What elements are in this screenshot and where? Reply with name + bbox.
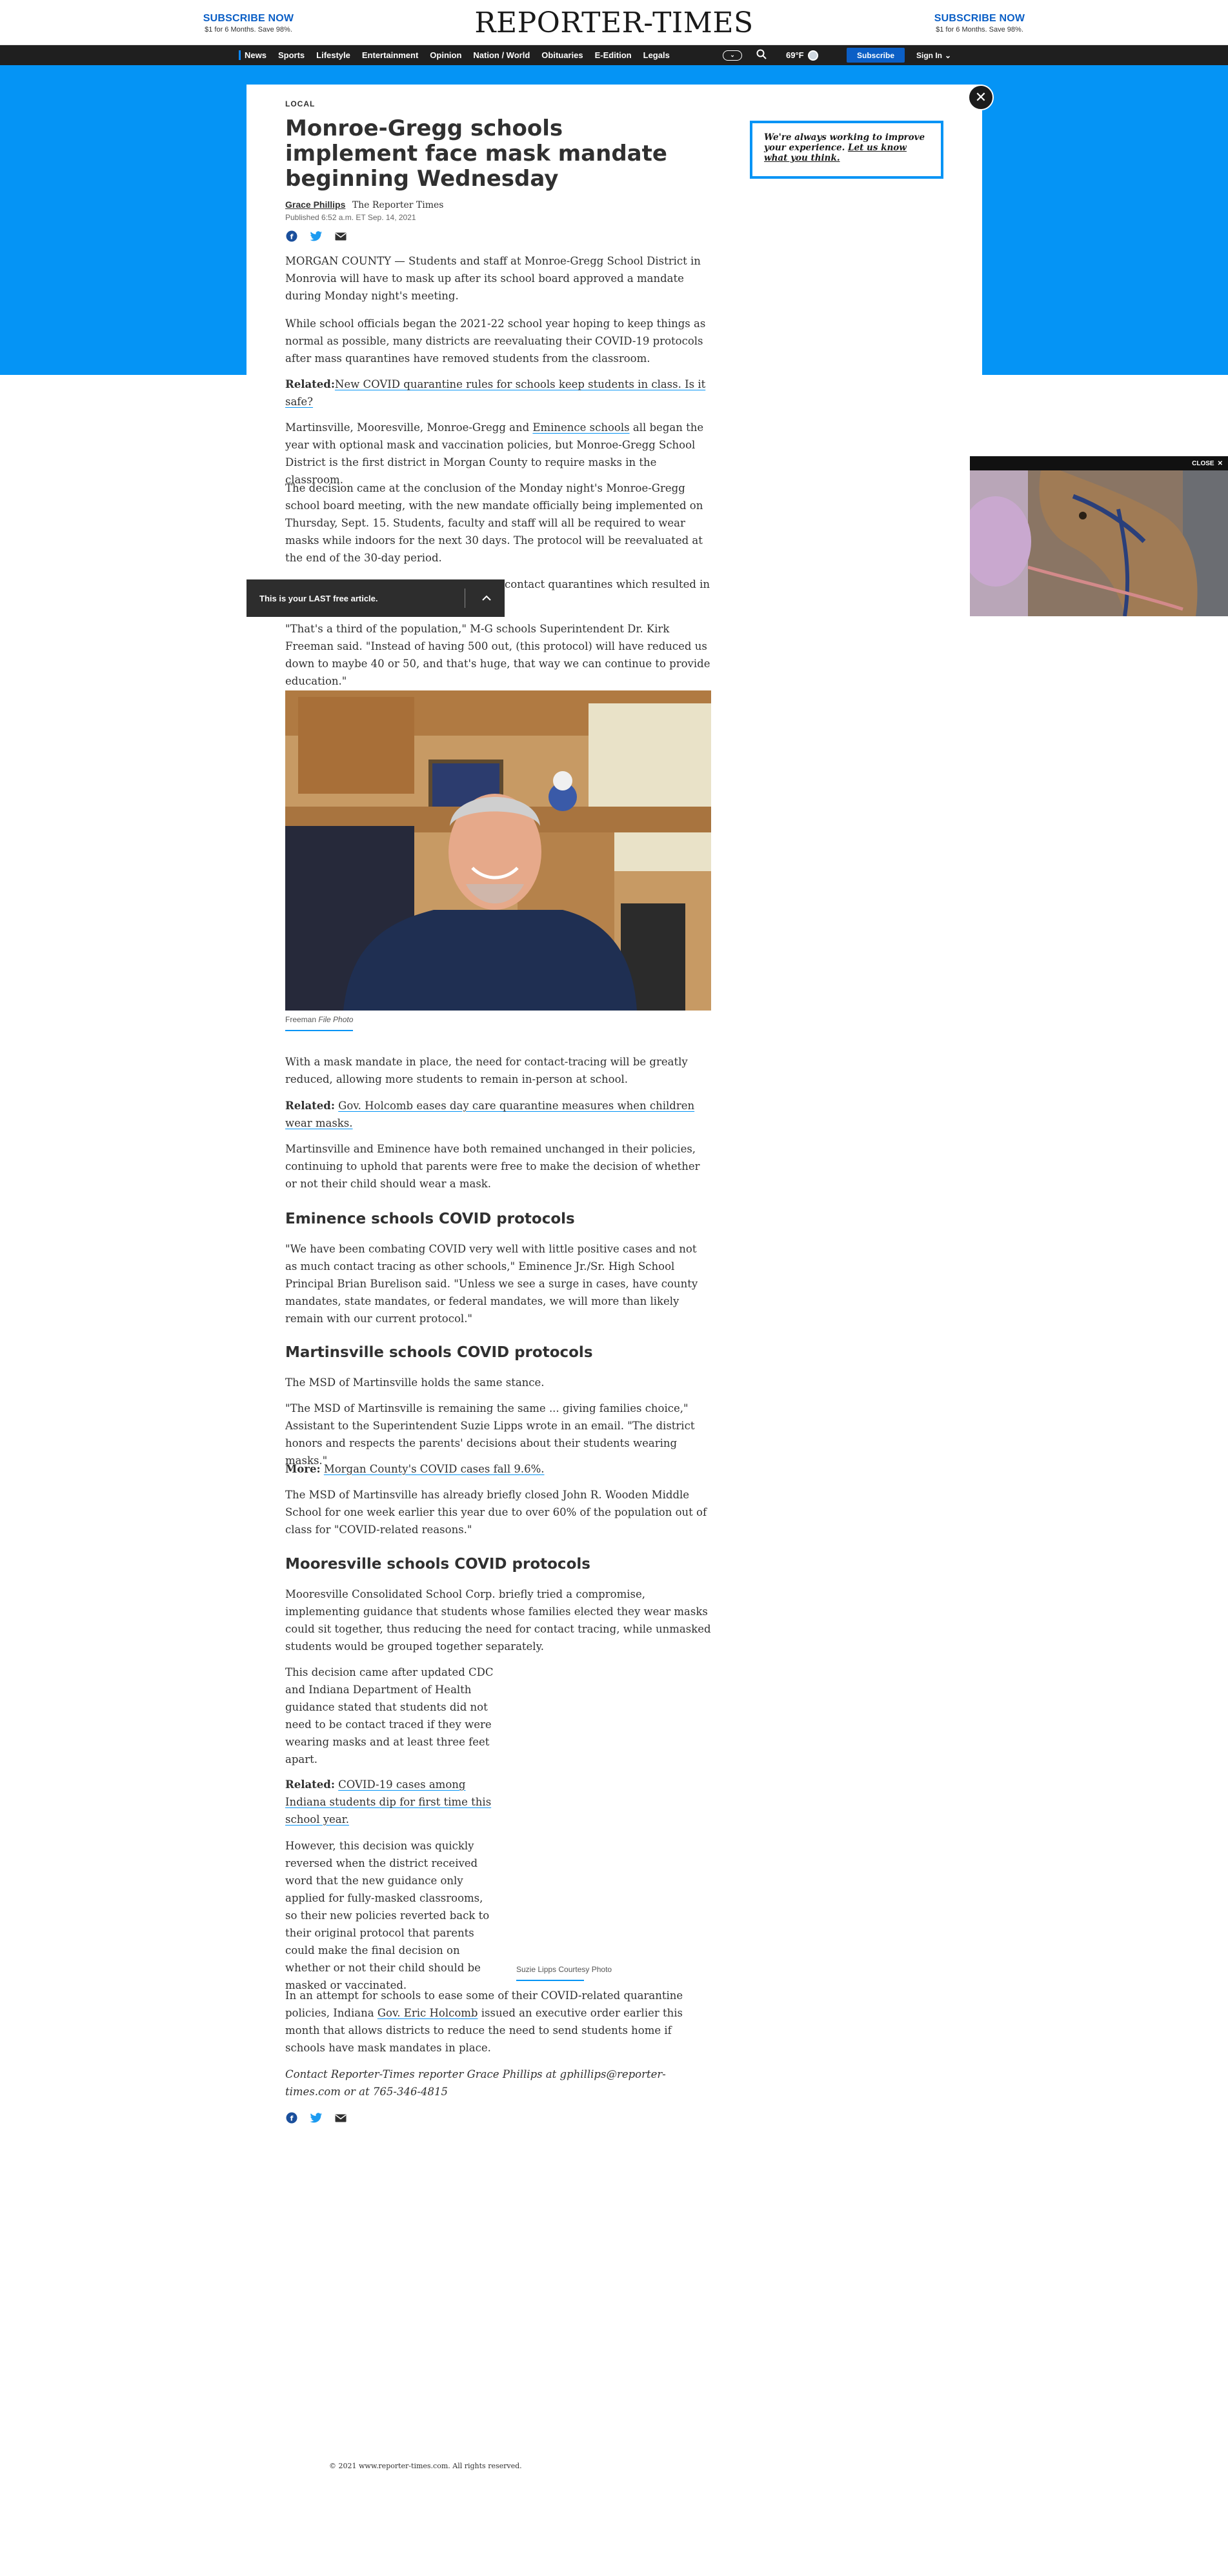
last-free-text: This is your LAST free article.	[259, 593, 378, 603]
publication-name: The Reporter Times	[352, 200, 444, 210]
paragraph: "That's a third of the population," M-G …	[285, 623, 710, 687]
nav-item-legals[interactable]: Legals	[643, 50, 670, 60]
byline: Grace Phillips The Reporter Times	[285, 199, 711, 210]
facebook-icon[interactable]: f	[285, 230, 298, 243]
nav-item-nation-world[interactable]: Nation / World	[473, 50, 530, 60]
contact-paragraph: Contact Reporter-Times reporter Grace Ph…	[285, 2068, 666, 2098]
site-logo[interactable]: REPORTER-TIMES	[0, 6, 1228, 39]
weather-icon	[807, 50, 818, 61]
article-headline: Monroe-Gregg schools implement face mask…	[285, 116, 667, 192]
paragraph-text: Martinsville, Mooresville, Monroe-Gregg …	[285, 421, 533, 434]
top-header: SUBSCRIBE NOW $1 for 6 Months. Save 98%.…	[0, 0, 1228, 45]
paragraph: Mooresville Consolidated School Corp. br…	[285, 1588, 711, 1653]
nav-item-opinion[interactable]: Opinion	[430, 50, 461, 60]
facebook-icon[interactable]: f	[285, 2111, 298, 2124]
footer-copyright: © 2021 www.reporter-times.com. All right…	[329, 2462, 522, 2470]
email-icon[interactable]	[334, 2111, 347, 2124]
paragraph: With a mask mandate in place, the need f…	[285, 1056, 688, 1085]
paragraph: This decision came after updated CDC and…	[285, 1666, 494, 1766]
paragraph: While school officials began the 2021-22…	[285, 317, 706, 365]
related-link-paragraph: Related:New COVID quarantine rules for s…	[285, 376, 711, 410]
floating-video-player[interactable]: CLOSE ✕	[970, 456, 1228, 616]
close-icon[interactable]: ✕	[1218, 460, 1223, 467]
nav-item-news[interactable]: News	[239, 50, 267, 60]
last-free-article-bar[interactable]: This is your LAST free article.	[247, 579, 505, 617]
subscribe-promo-right[interactable]: SUBSCRIBE NOW $1 for 6 Months. Save 98%.	[928, 13, 1031, 34]
video-close-bar[interactable]: CLOSE ✕	[970, 456, 1228, 470]
paragraph: However, this decision was quickly rever…	[285, 1840, 490, 1991]
twitter-icon[interactable]	[310, 2111, 323, 2124]
publish-date: Published 6:52 a.m. ET Sep. 14, 2021	[285, 213, 416, 222]
related-label: Related:	[285, 1100, 335, 1112]
email-icon[interactable]	[334, 230, 347, 243]
svg-text:f: f	[290, 233, 294, 241]
photo-caption: Suzie Lipps Courtesy Photo	[516, 1965, 612, 1974]
share-bar-bottom: f	[285, 2111, 711, 2125]
nav-item-sports[interactable]: Sports	[278, 50, 305, 60]
nav-list: News Sports Lifestyle Entertainment Opin…	[239, 45, 681, 65]
subscribe-button[interactable]: Subscribe	[847, 48, 905, 63]
chevron-up-icon[interactable]	[479, 590, 494, 605]
subheading-mooresville: Mooresville schools COVID protocols	[285, 1556, 590, 1573]
chevron-down-icon: ⌄	[945, 50, 952, 60]
caption-name: Freeman	[285, 1015, 317, 1024]
related-label: Related:	[285, 1778, 335, 1791]
paragraph-partial: contact quarantines which resulted in	[505, 578, 710, 590]
paragraph: Martinsville, Mooresville, Monroe-Gregg …	[285, 419, 711, 488]
author-link[interactable]: Grace Phillips	[285, 199, 345, 210]
more-label: More:	[285, 1463, 321, 1475]
related-link-paragraph: Related: Gov. Holcomb eases day care qua…	[285, 1097, 711, 1132]
paragraph: The MSD of Martinsville has already brie…	[285, 1489, 707, 1536]
nav-item-obituaries[interactable]: Obituaries	[541, 50, 583, 60]
article-photo-freeman[interactable]	[285, 690, 711, 1011]
svg-text:f: f	[290, 2115, 294, 2123]
related-link[interactable]: New COVID quarantine rules for schools k…	[285, 378, 705, 408]
share-bar-top: f	[285, 229, 711, 243]
subheading-eminence: Eminence schools COVID protocols	[285, 1211, 575, 1227]
nav-tools: ⌄ 69°F	[723, 45, 818, 65]
eminence-schools-link[interactable]: Eminence schools	[532, 421, 629, 434]
caption-credit-type: File Photo	[316, 1015, 354, 1024]
video-thumbnail[interactable]	[970, 470, 1228, 616]
caption-name: Suzie Lipps	[516, 1965, 557, 1974]
paragraph: "The MSD of Martinsville is remaining th…	[285, 1402, 695, 1467]
feedback-box: We're always working to improve your exp…	[750, 121, 943, 179]
close-icon[interactable]: ✕	[968, 85, 994, 110]
related-label: Related:	[285, 378, 335, 390]
related-link[interactable]: Gov. Holcomb eases day care quarantine m…	[285, 1100, 694, 1129]
nav-item-lifestyle[interactable]: Lifestyle	[316, 50, 350, 60]
promo-title[interactable]: SUBSCRIBE NOW	[928, 13, 1031, 25]
subheading-martinsville: Martinsville schools COVID protocols	[285, 1344, 593, 1361]
section-label[interactable]: LOCAL	[285, 99, 711, 108]
paragraph: MORGAN COUNTY — Students and staff at Mo…	[285, 255, 701, 302]
paragraph: Martinsville and Eminence have both rema…	[285, 1143, 700, 1190]
sign-in-menu[interactable]: Sign In ⌄	[916, 45, 951, 65]
related-link-paragraph: Related: COVID-19 cases among Indiana st…	[285, 1776, 498, 1828]
nav-item-entertainment[interactable]: Entertainment	[362, 50, 418, 60]
promo-subtitle[interactable]: $1 for 6 Months. Save 98%.	[928, 26, 1031, 34]
more-link[interactable]: Morgan County's COVID cases fall 9.6%.	[324, 1463, 545, 1475]
search-icon[interactable]	[756, 49, 767, 61]
caption-accent-line	[516, 1980, 584, 1981]
more-menu-icon[interactable]: ⌄	[723, 50, 742, 61]
weather-widget[interactable]: 69°F	[786, 50, 818, 61]
paragraph: The decision came at the conclusion of t…	[285, 482, 703, 564]
nav-item-e-edition[interactable]: E-Edition	[595, 50, 632, 60]
paragraph: In an attempt for schools to ease some o…	[285, 1987, 711, 2057]
holcomb-link[interactable]: Gov. Eric Holcomb	[377, 2007, 478, 2019]
paragraph: The MSD of Martinsville holds the same s…	[285, 1376, 545, 1389]
photo-caption: Freeman File Photo	[285, 1015, 353, 1024]
paragraph: "We have been combating COVID very well …	[285, 1243, 698, 1325]
more-link-paragraph: More: Morgan County's COVID cases fall 9…	[285, 1460, 711, 1478]
video-close-label[interactable]: CLOSE	[1192, 460, 1214, 467]
caption-accent-line	[285, 1030, 353, 1031]
twitter-icon[interactable]	[310, 230, 323, 243]
main-nav: News Sports Lifestyle Entertainment Opin…	[0, 45, 1228, 65]
weather-temp[interactable]: 69°F	[786, 50, 804, 60]
sign-in-label[interactable]: Sign In	[916, 51, 942, 60]
caption-credit-type: Courtesy Photo	[556, 1965, 612, 1974]
